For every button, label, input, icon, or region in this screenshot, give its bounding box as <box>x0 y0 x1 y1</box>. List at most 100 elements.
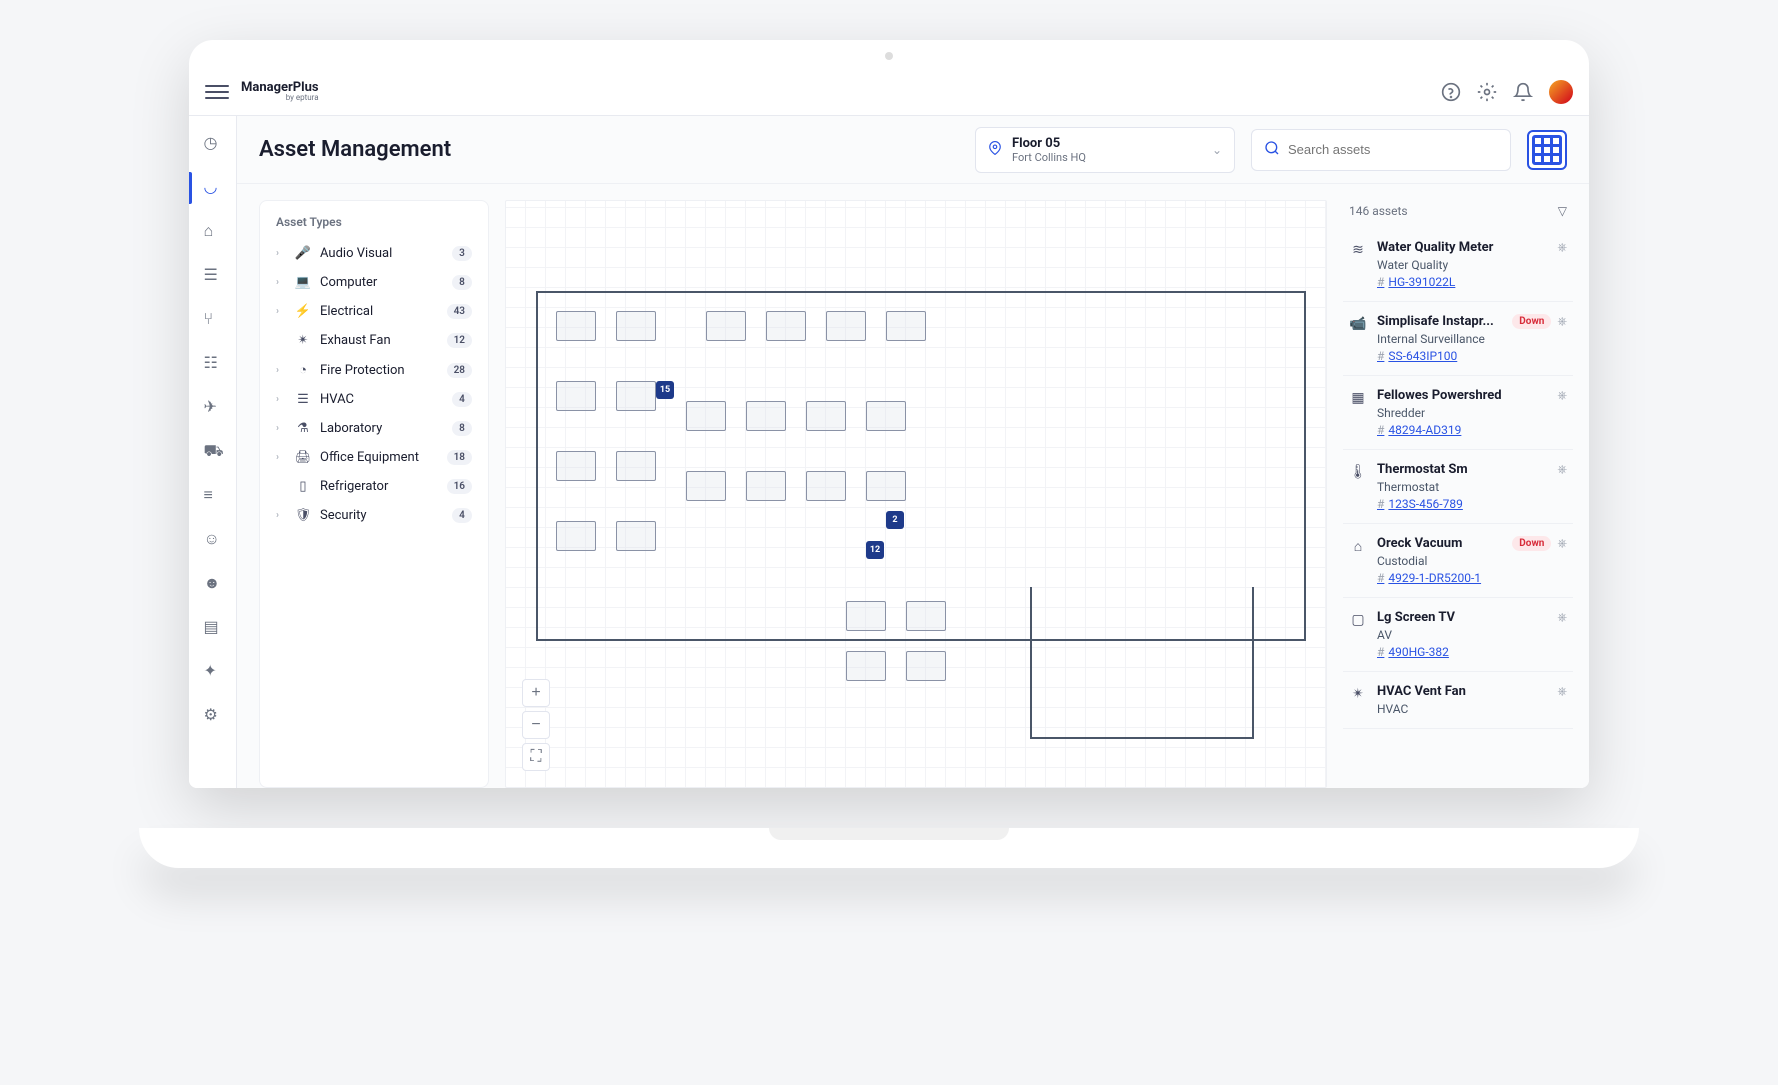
locate-icon[interactable]: ⎈ <box>1557 462 1567 477</box>
shield-icon: 🛡 <box>294 508 312 523</box>
locate-icon[interactable]: ⎈ <box>1557 610 1567 625</box>
desk-cluster <box>866 471 906 501</box>
desk-cluster <box>556 521 596 551</box>
asset-id[interactable]: #SS-643IP100 <box>1377 349 1567 363</box>
type-row-refrigerator[interactable]: ▯Refrigerator16 <box>270 472 478 501</box>
people-icon: ☻ <box>204 575 222 593</box>
locate-icon[interactable]: ⎈ <box>1557 240 1567 255</box>
assets-panel: 146 assets ▽ ≋Water Quality Meter⎈Water … <box>1343 200 1573 788</box>
floorplan-marker[interactable]: 15 <box>656 381 674 399</box>
sidenav-item-briefcase[interactable]: ⌂ <box>189 212 236 252</box>
sidenav-item-person[interactable]: ☺ <box>189 520 236 560</box>
chevron-right-icon: › <box>276 510 286 521</box>
help-icon[interactable] <box>1441 82 1461 102</box>
person-icon: ☺ <box>204 531 222 549</box>
sidenav-item-gear[interactable]: ⚙ <box>189 696 236 736</box>
type-row-hvac[interactable]: ›☰HVAC4 <box>270 385 478 414</box>
search-input[interactable] <box>1288 142 1498 157</box>
asset-type: Internal Surveillance <box>1377 332 1567 346</box>
filter-icon[interactable]: ▽ <box>1558 204 1567 218</box>
asset-id[interactable]: #123S-456-789 <box>1377 497 1567 511</box>
type-row-fire-protection[interactable]: ›◔Fire Protection28 <box>270 355 478 385</box>
sidenav-item-people[interactable]: ☻ <box>189 564 236 604</box>
sidenav-item-clipboard[interactable]: ☰ <box>189 256 236 296</box>
desk-cluster <box>556 311 596 341</box>
type-count: 16 <box>447 479 472 494</box>
sidenav-item-rocket[interactable]: ✈ <box>189 388 236 428</box>
search-box[interactable] <box>1251 129 1511 171</box>
desk-cluster <box>846 601 886 631</box>
floorplan-marker[interactable]: 2 <box>886 511 904 529</box>
floorplan[interactable]: 15 212 + − ⛶ <box>505 200 1327 788</box>
logo: ManagerPlus by eptura <box>241 81 319 102</box>
zoom-out-button[interactable]: − <box>522 711 550 739</box>
asset-type: HVAC <box>1377 702 1567 716</box>
type-row-laboratory[interactable]: ›⚗Laboratory8 <box>270 414 478 443</box>
chevron-right-icon: › <box>276 423 286 434</box>
asset-name: HVAC Vent Fan <box>1377 684 1551 699</box>
sidenav-item-branch[interactable]: ⑂ <box>189 300 236 340</box>
floor-selector[interactable]: Floor 05 Fort Collins HQ ⌄ <box>975 127 1235 173</box>
asset-card[interactable]: ▦Fellowes Powershred⎈Shredder#48294-AD31… <box>1343 376 1573 450</box>
desk-cluster <box>686 401 726 431</box>
type-name: Laboratory <box>320 421 444 436</box>
sidenav-item-chart[interactable]: ✦ <box>189 652 236 692</box>
asset-card[interactable]: ▢Lg Screen TV⎈AV#490HG-382 <box>1343 598 1573 672</box>
asset-name: Thermostat Sm <box>1377 462 1551 477</box>
shredder-icon: ▦ <box>1349 390 1367 437</box>
avatar[interactable] <box>1549 80 1573 104</box>
asset-card[interactable]: ⌂Oreck VacuumDown⎈Custodial#4929-1-DR520… <box>1343 524 1573 598</box>
type-row-audio-visual[interactable]: ›🎤Audio Visual3 <box>270 239 478 268</box>
asset-id[interactable]: #HG-391022L <box>1377 275 1567 289</box>
floorplan-marker[interactable]: 12 <box>866 541 884 559</box>
sidenav-item-doc[interactable]: ▤ <box>189 608 236 648</box>
grid-view-toggle[interactable] <box>1527 130 1567 170</box>
locate-icon[interactable]: ⎈ <box>1557 536 1567 551</box>
fullscreen-button[interactable]: ⛶ <box>522 743 550 771</box>
asset-types-panel: Asset Types ›🎤Audio Visual3›💻Computer8›⚡… <box>259 200 489 788</box>
bell-icon[interactable] <box>1513 82 1533 102</box>
sidenav-item-stack[interactable]: ≡ <box>189 476 236 516</box>
desk-cluster <box>556 451 596 481</box>
desk-cluster <box>746 401 786 431</box>
fan-icon: ✴ <box>294 333 312 348</box>
asset-card[interactable]: 🌡Thermostat Sm⎈Thermostat#123S-456-789 <box>1343 450 1573 524</box>
desk-cluster <box>906 651 946 681</box>
stack-icon: ≡ <box>204 487 222 505</box>
type-row-exhaust-fan[interactable]: ✴Exhaust Fan12 <box>270 326 478 355</box>
type-row-office-equipment[interactable]: ›🖨Office Equipment18 <box>270 443 478 472</box>
desk-cluster <box>686 471 726 501</box>
sidenav-item-dashboard[interactable]: ◷ <box>189 124 236 164</box>
settings-icon[interactable] <box>1477 82 1497 102</box>
locate-icon[interactable]: ⎈ <box>1557 684 1567 699</box>
calendar-icon: ☷ <box>204 355 222 373</box>
gear-icon: ⚙ <box>204 707 222 725</box>
asset-card[interactable]: 📹Simplisafe Instapr...Down⎈Internal Surv… <box>1343 302 1573 376</box>
sidenav-item-calendar[interactable]: ☷ <box>189 344 236 384</box>
asset-id[interactable]: #490HG-382 <box>1377 645 1567 659</box>
branch-icon: ⑂ <box>204 311 222 329</box>
zoom-in-button[interactable]: + <box>522 679 550 707</box>
locate-icon[interactable]: ⎈ <box>1557 314 1567 329</box>
locate-icon[interactable]: ⎈ <box>1557 388 1567 403</box>
chevron-down-icon: ⌄ <box>1212 143 1222 157</box>
hvac-icon: ☰ <box>294 392 312 407</box>
type-row-electrical[interactable]: ›⚡Electrical43 <box>270 297 478 326</box>
sidenav-item-cart[interactable]: ⛟ <box>189 432 236 472</box>
status-badge: Down <box>1512 536 1551 551</box>
asset-card[interactable]: ✴HVAC Vent Fan⎈HVAC <box>1343 672 1573 729</box>
chevron-right-icon: › <box>276 277 286 288</box>
sidenav-item-assets[interactable]: ◡ <box>189 168 236 208</box>
asset-card[interactable]: ≋Water Quality Meter⎈Water Quality#HG-39… <box>1343 228 1573 302</box>
menu-button[interactable] <box>205 80 229 104</box>
asset-id[interactable]: #4929-1-DR5200-1 <box>1377 571 1567 585</box>
asset-id[interactable]: #48294-AD319 <box>1377 423 1567 437</box>
briefcase-icon: ⌂ <box>204 223 222 241</box>
mic-icon: 🎤 <box>294 246 312 261</box>
assets-count: 146 assets <box>1349 204 1408 218</box>
rocket-icon: ✈ <box>204 399 222 417</box>
chart-icon: ✦ <box>204 663 222 681</box>
type-row-security[interactable]: ›🛡Security4 <box>270 501 478 530</box>
type-row-computer[interactable]: ›💻Computer8 <box>270 268 478 297</box>
camera-icon: 📹 <box>1349 316 1367 363</box>
